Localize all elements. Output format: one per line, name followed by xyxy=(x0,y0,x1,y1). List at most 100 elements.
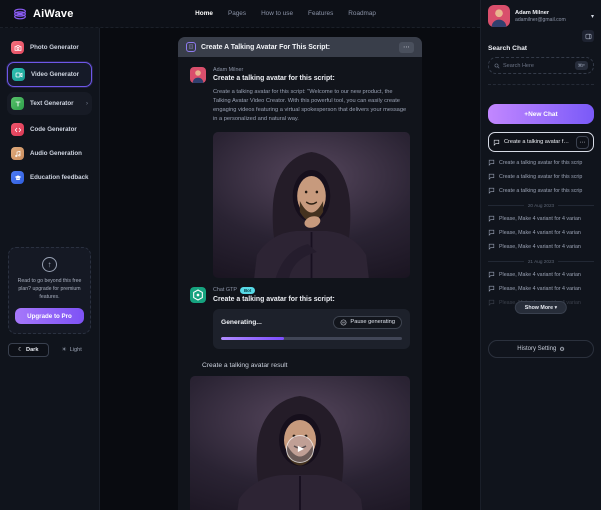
sidebar-item-text-generator[interactable]: Text Generator › xyxy=(7,92,92,115)
music-note-icon xyxy=(11,147,24,160)
progress-fill xyxy=(221,337,284,340)
search-box[interactable]: ⌘F xyxy=(488,57,594,74)
chat-panel: ◫ Create A Talking Avatar For This Scrip… xyxy=(178,37,422,510)
pause-generating-button[interactable]: Pause generating xyxy=(333,316,402,329)
code-icon xyxy=(11,123,24,136)
nav-roadmap[interactable]: Roadmap xyxy=(348,10,376,17)
date-label: 21 Aug 2023 xyxy=(528,259,554,264)
chat-header: ◫ Create A Talking Avatar For This Scrip… xyxy=(178,37,422,57)
search-icon xyxy=(494,63,500,69)
app-window: AiWave Home Pages How to use Features Ro… xyxy=(0,0,601,510)
user-avatar xyxy=(488,5,510,27)
graduation-cap-icon xyxy=(11,171,24,184)
text-icon xyxy=(11,97,24,110)
chat-item-label: Please, Make 4 variant for 4 varian xyxy=(499,286,581,292)
search-input[interactable] xyxy=(503,63,572,69)
bot-heading: Create a talking avatar for this script: xyxy=(213,296,410,303)
chat-options-button[interactable]: ⋯ xyxy=(399,42,414,53)
chat-history-item[interactable]: Create a talking avatar for this scrip xyxy=(488,159,594,166)
main-content: ◫ Create A Talking Avatar For This Scrip… xyxy=(100,28,480,510)
user-email: adamilner@gmail.com xyxy=(515,17,566,23)
active-chat-label: Create a talking avatar for this scrip xyxy=(504,139,572,145)
moon-icon: ☾ xyxy=(18,347,23,353)
progress-bar xyxy=(221,337,402,340)
user-name: Adam Milner xyxy=(515,10,566,16)
bot-author: Chat GTP xyxy=(213,287,237,293)
chat-history-item[interactable]: Please, Make 4 variant for 4 varian xyxy=(488,285,594,292)
chat-bubble-icon xyxy=(488,187,495,194)
camera-icon xyxy=(11,41,24,54)
chat-bubble-icon xyxy=(488,285,495,292)
sidebar-item-audio-generation[interactable]: Audio Generation xyxy=(7,144,92,163)
sidebar-collapse-icon xyxy=(585,33,592,40)
sidebar-item-label: Text Generator xyxy=(30,100,74,107)
chat-item-label: Create a talking avatar for this scrip xyxy=(499,174,582,180)
left-sidebar: Photo Generator Video Generator Text Gen… xyxy=(0,28,100,510)
upgrade-to-pro-button[interactable]: Upgrade to Pro xyxy=(15,308,84,324)
sidebar-item-code-generator[interactable]: Code Generator xyxy=(7,120,92,139)
sun-icon: ☀ xyxy=(62,347,67,353)
nav-home[interactable]: Home xyxy=(195,10,213,17)
chat-bubble-icon xyxy=(493,139,500,146)
chat-history-item[interactable]: Please, Make 4 variant for 4 varian xyxy=(488,229,594,236)
sidebar-item-label: Education feedback xyxy=(30,174,88,181)
chat-bubble-icon xyxy=(488,215,495,222)
chat-item-label: Create a talking avatar for this scrip xyxy=(499,188,582,194)
user-menu[interactable]: Adam Milner adamilner@gmail.com ▾ xyxy=(488,5,594,27)
chat-bubble-icon xyxy=(488,173,495,180)
chat-bubble-icon xyxy=(488,229,495,236)
light-label: Light xyxy=(70,347,82,353)
chat-title: Create A Talking Avatar For This Script: xyxy=(201,44,330,51)
chat-history-item[interactable]: Create a talking avatar for this scrip xyxy=(488,187,594,194)
pause-label: Pause generating xyxy=(350,319,395,325)
chat-history-item[interactable]: Please, Make 4 variant for 4 varian xyxy=(488,271,594,278)
bot-avatar xyxy=(190,287,206,303)
sidebar-item-label: Code Generator xyxy=(30,126,77,133)
sidebar-item-video-generator[interactable]: Video Generator xyxy=(7,62,92,87)
chat-bubble-icon xyxy=(488,271,495,278)
sidebar-item-photo-generator[interactable]: Photo Generator xyxy=(7,38,92,57)
chat-item-label: Please, Make 4 variant for 4 varian xyxy=(499,272,581,278)
history-setting-button[interactable]: History Setting ⚙ xyxy=(488,340,594,358)
aiwave-logo-icon xyxy=(12,6,28,22)
panel-collapse-button[interactable] xyxy=(582,30,594,42)
new-chat-label: New Chat xyxy=(528,111,558,118)
divider xyxy=(488,84,594,85)
uploaded-avatar-image xyxy=(213,132,410,278)
brand-logo[interactable]: AiWave xyxy=(12,6,74,22)
chat-history-item[interactable]: Create a talking avatar for this scrip xyxy=(488,173,594,180)
generating-card: Generating... Pause generating xyxy=(213,309,410,349)
generated-avatar-video: ▶ xyxy=(190,376,410,510)
sidebar-item-label: Video Generator xyxy=(31,71,79,78)
show-more-button[interactable]: Show More ▾ xyxy=(515,301,567,314)
date-label: 20 Aug 2023 xyxy=(528,203,554,208)
chat-item-label: Please, Make 4 variant for 4 varian xyxy=(499,244,581,250)
date-divider: 20 Aug 2023 xyxy=(488,203,594,208)
sidebar-item-education-feedback[interactable]: Education feedback xyxy=(7,168,92,187)
message-author: Adam Milner xyxy=(213,67,410,73)
nav-pages[interactable]: Pages xyxy=(228,10,246,17)
result-label: Create a talking avatar result xyxy=(202,362,410,369)
user-avatar xyxy=(190,67,206,83)
light-mode-button[interactable]: ☀ Light xyxy=(53,343,92,357)
bot-author-row: Chat GTP Bot xyxy=(213,287,410,294)
pause-icon xyxy=(340,319,347,326)
generating-label: Generating... xyxy=(221,319,262,326)
chat-title-icon: ◫ xyxy=(186,42,196,52)
search-chat-title: Search Chat xyxy=(488,45,594,52)
new-chat-button[interactable]: + New Chat xyxy=(488,104,594,124)
play-button[interactable]: ▶ xyxy=(286,435,314,463)
chat-bubble-icon xyxy=(488,159,495,166)
main-nav: Home Pages How to use Features Roadmap xyxy=(195,10,376,17)
nav-how-to-use[interactable]: How to use xyxy=(261,10,293,17)
dark-mode-button[interactable]: ☾ Dark xyxy=(8,343,49,357)
chat-history-item[interactable]: Please, Make 4 variant for 4 varian xyxy=(488,243,594,250)
chat-item-options-button[interactable]: ⋯ xyxy=(576,136,589,149)
upgrade-text: Read to go beyond this free plan? upgrad… xyxy=(15,277,84,301)
nav-features[interactable]: Features xyxy=(308,10,333,17)
search-shortcut-badge: ⌘F xyxy=(575,61,588,70)
chat-history-item[interactable]: Please, Make 4 variant for 4 varian xyxy=(488,215,594,222)
chat-item-label: Please, Make 4 variant for 4 varian xyxy=(499,216,581,222)
active-chat-item[interactable]: Create a talking avatar for this scrip ⋯ xyxy=(488,132,594,152)
history-setting-label: History Setting xyxy=(517,346,556,352)
